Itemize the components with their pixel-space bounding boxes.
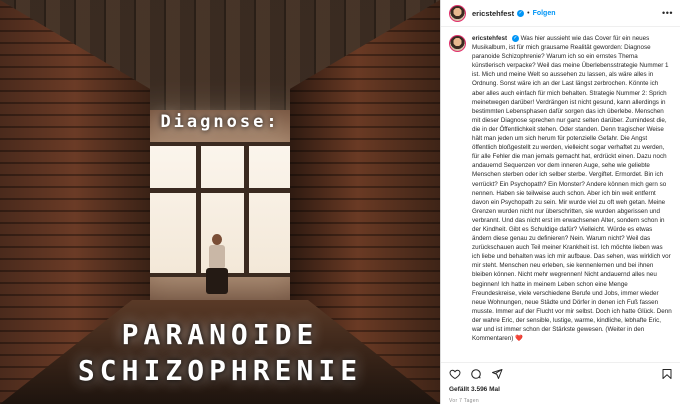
sitting-person [204, 234, 230, 294]
post-sidebar: ericstehfest ✓ • Folgen ••• ericstehfest… [440, 0, 680, 404]
action-bar [441, 362, 680, 384]
post-header: ericstehfest ✓ • Folgen ••• [441, 0, 680, 27]
share-icon[interactable] [491, 368, 503, 380]
caption-username[interactable]: ericstehfest [472, 35, 507, 42]
caption-verified-badge-icon: ✓ [511, 34, 519, 42]
follow-button[interactable]: Folgen [533, 10, 556, 17]
post-timestamp[interactable]: Vor 7 Tagen [449, 398, 479, 404]
cover-title-schizophrenie: SCHIZOPHRENIE [77, 354, 363, 387]
comment-icon[interactable] [470, 368, 482, 380]
heart-icon[interactable] [449, 368, 461, 380]
caption-text: ericstehfest ✓ Was hier aussieht wie das… [472, 34, 672, 359]
separator-dot: • [527, 9, 530, 17]
cover-title-diagnose: Diagnose: [160, 112, 280, 132]
likes-count[interactable]: Gefällt 3.596 Mal [449, 386, 500, 393]
avatar[interactable] [449, 4, 466, 22]
cover-title-paranoide: PARANOIDE [121, 318, 319, 351]
bookmark-icon[interactable] [661, 368, 673, 380]
verified-badge-icon: ✓ [517, 9, 525, 17]
caption-body: Was hier aussieht wie das Cover für ein … [472, 35, 672, 343]
caption-section: ericstehfest ✓ Was hier aussieht wie das… [441, 27, 680, 359]
caption-avatar[interactable] [449, 35, 466, 52]
post-image[interactable]: Diagnose: PARANOIDE SCHIZOPHRENIE [0, 0, 440, 404]
header-username[interactable]: ericstehfest [472, 9, 514, 18]
more-horizontal-icon[interactable]: ••• [662, 8, 673, 18]
